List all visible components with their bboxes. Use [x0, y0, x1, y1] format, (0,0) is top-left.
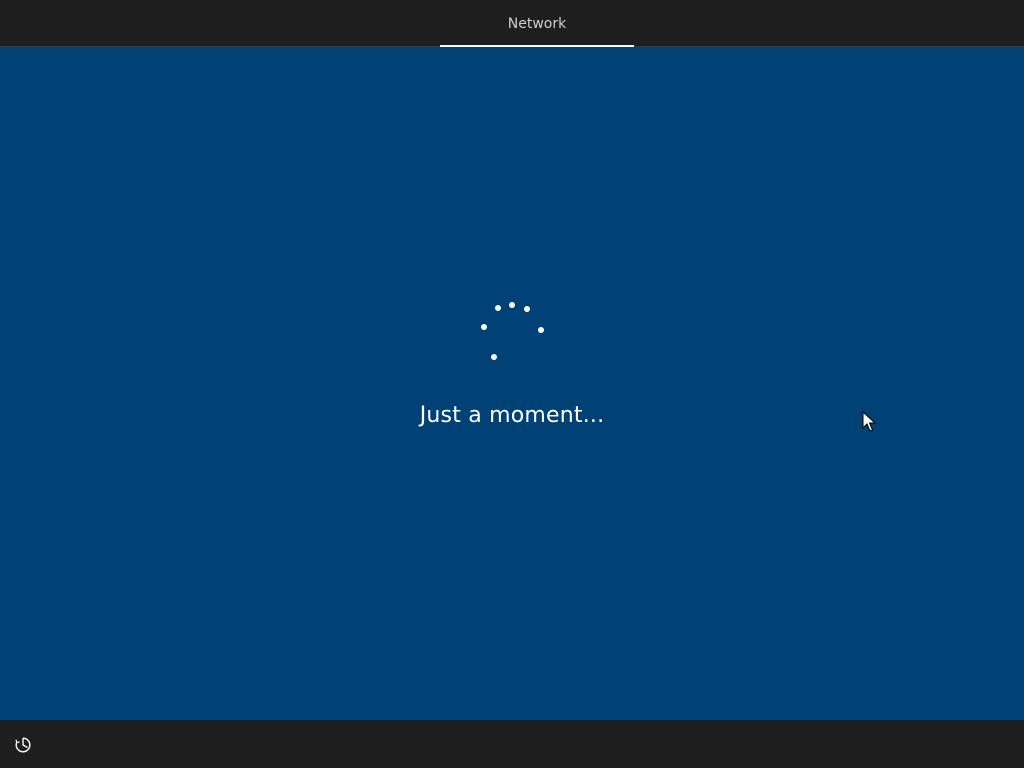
loading-spinner-icon — [476, 298, 548, 364]
mouse-pointer-icon — [862, 411, 876, 432]
ease-of-access-icon — [15, 737, 31, 753]
spinner-dot — [481, 324, 487, 330]
spinner-dot — [524, 306, 530, 312]
spinner-dot — [491, 354, 497, 360]
spinner-dot — [495, 305, 501, 311]
spinner-dot — [509, 302, 515, 308]
main-content — [0, 47, 1024, 720]
tab-network-label: Network — [507, 16, 567, 32]
spinner-dot — [538, 327, 544, 333]
tab-network[interactable]: Network — [440, 0, 634, 46]
setup-screen: Network Just a moment... — [0, 0, 1024, 768]
bottom-bar — [0, 720, 1024, 768]
top-navigation-bar: Network — [0, 0, 1024, 47]
ease-of-access-button[interactable] — [10, 734, 36, 756]
